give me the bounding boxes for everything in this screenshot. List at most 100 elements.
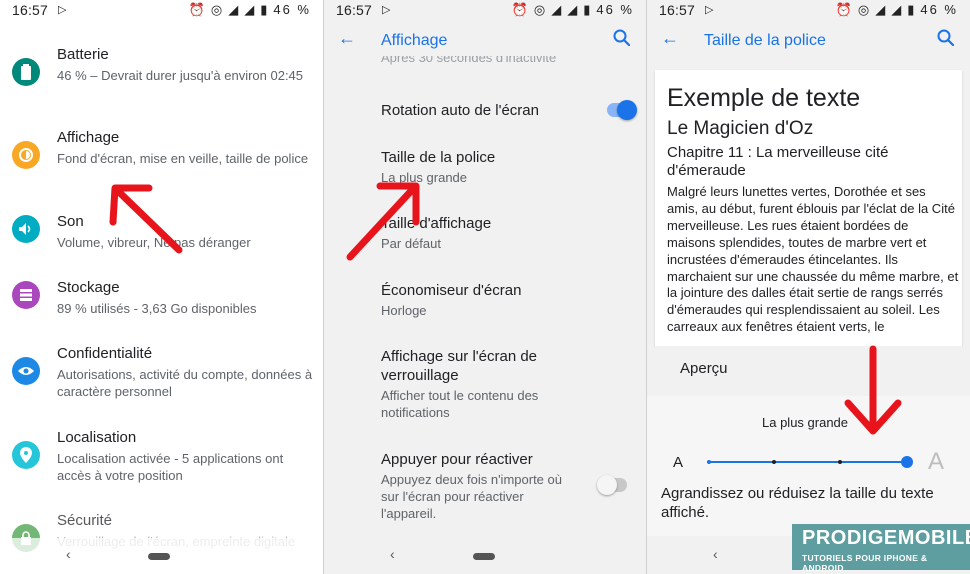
settings-item-title: Localisation [57,429,137,446]
setting-title: Économiseur d'écran [381,282,522,299]
alarm-icon: ⏰ [511,2,530,17]
nav-back-icon[interactable]: ‹ [66,546,71,562]
location-pin-icon [12,441,40,469]
wifi-icon: ◢ [228,2,241,17]
sample-body: Malgré leurs lunettes vertes, Dorothée e… [667,184,959,335]
slider-tick [772,460,776,464]
scrolled-cut-text: Après 30 secondes d'inactivité [381,56,556,68]
setting-taille-police[interactable]: Taille de la police La plus grande [324,148,646,188]
settings-item-subtitle: 46 % – Devrait durer jusqu'à environ 02:… [57,68,304,83]
status-bar: 16:57 ▷ ⏰ ◎ ◢ ◢ ▮ 46 % [647,0,970,22]
slider-tick [838,460,842,464]
settings-item-subtitle: Volume, vibreur, Ne pas déranger [57,235,251,250]
setting-rotation-auto[interactable]: Rotation auto de l'écran [324,100,646,131]
tap-wake-toggle[interactable] [597,475,627,495]
play-store-icon: ▷ [382,4,391,16]
back-arrow-icon[interactable]: ← [338,28,356,49]
settings-item-title: Confidentialité [57,345,153,362]
large-a-icon: A [928,448,945,475]
nav-home-pill[interactable] [473,553,495,560]
sample-heading: Exemple de texte [667,84,861,112]
toggle-knob [617,100,637,120]
preview-label-bar: Aperçu [655,346,962,392]
battery-status-icon: ▮ [907,2,917,17]
cut-text-label: Après 30 secondes d'inactivité [381,56,557,65]
sample-chapter: Chapitre 11 : La merveilleuse cité d'éme… [667,144,889,179]
battery-status-icon: ▮ [260,2,270,17]
status-bar: 16:57 ▷ ⏰ ◎ ◢ ◢ ▮ 46 % [0,0,323,22]
settings-item-affichage[interactable]: Affichage Fond d'écran, mise en veille, … [0,129,323,189]
logo-wordmark: PRODIGEMOBILE [802,527,970,549]
nav-back-icon[interactable]: ‹ [390,546,395,562]
nav-back-icon[interactable]: ‹ [713,546,718,562]
prodigemobile-watermark-logo: PRODIGEMOBILE TUTORIELS POUR IPHONE & AN… [792,524,970,573]
play-store-icon: ▷ [58,4,67,16]
nav-home-pill[interactable] [148,553,170,560]
font-size-controls: La plus grande A A Agrandissez ou réduis… [647,396,970,536]
search-icon[interactable] [612,28,632,48]
settings-item-title: Son [57,213,84,230]
settings-item-title: Affichage [57,129,120,146]
toggle-knob [597,475,617,495]
text-preview-card: Exemple de texte Le Magicien d'Oz Chapit… [655,70,962,346]
font-size-description: Agrandissez ou réduisez la taille du tex… [661,485,934,521]
rotation-toggle[interactable] [607,100,637,120]
font-size-panel: 16:57 ▷ ⏰ ◎ ◢ ◢ ▮ 46 % ← Taille de la police … [647,0,970,574]
status-bar: 16:57 ▷ ⏰ ◎ ◢ ◢ ▮ 46 % [324,0,646,22]
battery-percent: 46 % [273,2,311,17]
setting-appuyer-reactiver[interactable]: Appuyer pour réactiver Appuyez deux fois… [324,450,646,525]
preview-label: Aperçu [680,360,728,377]
signal-icon: ◢ [244,2,257,17]
settings-item-son[interactable]: Son Volume, vibreur, Ne pas déranger [0,213,323,258]
settings-item-title: Stockage [57,279,120,296]
hotspot-icon: ◎ [210,2,225,17]
status-time: 16:57 [12,2,49,18]
alarm-icon: ⏰ [835,2,854,17]
settings-item-title: Sécurité [57,512,113,529]
settings-item-subtitle: Autorisations, activité du compte, donné… [57,367,313,399]
back-arrow-icon[interactable]: ← [661,28,679,49]
status-icons: ⏰ ◎ ◢ ◢ ▮ 46 % [185,2,311,18]
setting-subtitle: Appuyez deux fois n'importe où sur l'écr… [381,472,562,521]
settings-item-confidentialite[interactable]: Confidentialité Autorisations, activité … [0,345,323,405]
display-settings-panel: 16:57 ▷ ⏰ ◎ ◢ ◢ ▮ 46 % ← Affichage Après 30 s… [324,0,646,574]
slider-thumb[interactable] [901,456,913,468]
nav-bar: ‹ [0,538,323,574]
alarm-icon: ⏰ [188,2,207,17]
setting-ecran-verrouillage[interactable]: Affichage sur l'écran de verrouillage Af… [324,347,646,422]
settings-item-subtitle: Fond d'écran, mise en veille, taille de … [57,151,309,166]
setting-title: Affichage sur l'écran de verrouillage [381,348,538,384]
nav-bar: ‹ [324,538,646,574]
battery-status-icon: ▮ [583,2,593,17]
wifi-icon: ◢ [875,2,888,17]
sample-book-title: Le Magicien d'Oz [667,118,814,139]
hotspot-icon: ◎ [533,2,548,17]
settings-item-subtitle: Localisation activée - 5 applications on… [57,451,284,483]
settings-item-localisation[interactable]: Localisation Localisation activée - 5 ap… [0,429,323,489]
wifi-icon: ◢ [551,2,564,17]
status-time: 16:57 [336,2,373,18]
page-title: Taille de la police [704,32,826,49]
settings-item-stockage[interactable]: Stockage 89 % utilisés - 3,63 Go disponi… [0,279,323,324]
status-icons: ⏰ ◎ ◢ ◢ ▮ 46 % [832,2,958,18]
font-size-slider[interactable] [707,456,913,468]
logo-tagline: TUTORIELS POUR IPHONE & ANDROID [802,553,928,573]
page-title: Affichage [381,32,448,49]
display-brightness-icon [12,141,40,169]
settings-item-title: Batterie [57,46,109,63]
setting-title: Rotation auto de l'écran [381,102,539,119]
setting-title: Taille de la police [381,149,496,166]
settings-item-batterie[interactable]: Batterie 46 % – Devrait durer jusqu'à en… [0,46,323,106]
privacy-eye-icon [12,357,40,385]
slider-track [707,461,907,463]
hotspot-icon: ◎ [857,2,872,17]
app-bar: ← Taille de la police [647,26,970,58]
play-store-icon: ▷ [705,4,714,16]
setting-economiseur[interactable]: Économiseur d'écran Horloge [324,281,646,321]
status-icons: ⏰ ◎ ◢ ◢ ▮ 46 % [508,2,634,18]
search-icon[interactable] [936,28,956,48]
slider-tick [707,460,711,464]
setting-title: Taille d'affichage [381,215,492,232]
battery-percent: 46 % [920,2,958,17]
setting-taille-affichage[interactable]: Taille d'affichage Par défaut [324,214,646,254]
